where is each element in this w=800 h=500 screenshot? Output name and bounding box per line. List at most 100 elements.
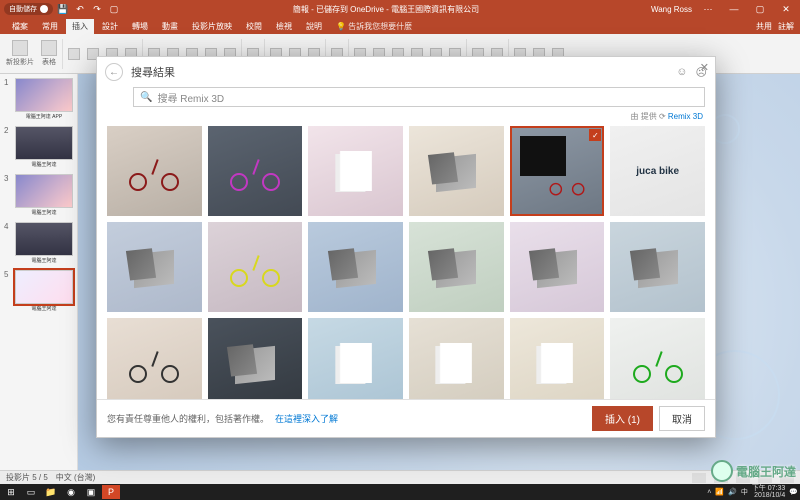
taskview-icon[interactable]: ▭ <box>22 485 40 499</box>
windows-taskbar: ⊞ ▭ 📁 ◉ ▣ P ˄ 📶 🔊 中 下午 07:33 2018/10/4 💬 <box>0 484 800 500</box>
slide-thumb-4[interactable]: 4電腦王阿達 <box>4 222 73 264</box>
text-thumbnail: juca bike <box>610 126 705 216</box>
language-status[interactable]: 中文 (台灣) <box>56 472 96 483</box>
laptop-stand-icon <box>436 250 476 288</box>
new-slide-button[interactable]: 新投影片 <box>4 40 36 67</box>
status-bar: 投影片 5 / 5 中文 (台灣) <box>0 470 800 484</box>
table-button[interactable]: 表格 <box>39 40 59 67</box>
bike-icon <box>129 353 179 383</box>
start-button[interactable]: ⊞ <box>2 485 20 499</box>
taskbar-clock[interactable]: 下午 07:33 2018/10/4 <box>752 485 785 499</box>
result-item-10[interactable] <box>510 222 605 312</box>
result-item-12[interactable] <box>107 318 202 399</box>
result-item-13[interactable] <box>208 318 303 399</box>
slide-counter[interactable]: 投影片 5 / 5 <box>6 472 48 483</box>
ribbon-tab-3[interactable]: 設計 <box>96 19 124 34</box>
title-bar: 自動儲存 💾 ↶ ↷ ▢ 簡報 - 已儲存到 OneDrive - 電腦王國際資… <box>0 0 800 18</box>
close-icon[interactable]: ✕ <box>776 4 796 15</box>
user-name[interactable]: Wang Ross <box>651 5 692 14</box>
ribbon-tab-2[interactable]: 插入 <box>66 19 94 34</box>
result-item-7[interactable] <box>208 222 303 312</box>
tray-up-icon[interactable]: ˄ <box>707 489 711 496</box>
result-item-6[interactable] <box>107 222 202 312</box>
slide-thumb-3[interactable]: 3電腦王阿達 <box>4 174 73 216</box>
result-item-5[interactable]: juca bike <box>610 126 705 216</box>
minimize-icon[interactable]: — <box>724 4 744 14</box>
save-icon[interactable]: 💾 <box>56 2 70 16</box>
result-item-15[interactable] <box>409 318 504 399</box>
results-grid: ✓ juca bike <box>97 126 715 399</box>
bike-icon <box>129 161 179 191</box>
greeting-card-icon <box>340 151 372 191</box>
result-item-0[interactable] <box>107 126 202 216</box>
explorer-icon[interactable]: 📁 <box>42 485 60 499</box>
greeting-card-icon <box>440 343 472 383</box>
powerpoint-taskbar-icon[interactable]: P <box>102 485 120 499</box>
dialog-search-input[interactable]: 🔍 搜尋 Remix 3D <box>133 87 705 107</box>
pictures-icon[interactable] <box>66 48 82 60</box>
autosave-toggle[interactable]: 自動儲存 <box>4 3 53 15</box>
laptop-stand-icon <box>134 250 174 288</box>
system-tray[interactable]: ˄ 📶 🔊 中 下午 07:33 2018/10/4 💬 <box>707 485 798 499</box>
ribbon-tab-9[interactable]: 說明 <box>300 19 328 34</box>
slide-thumb-5[interactable]: 5電腦王阿達 <box>4 270 73 312</box>
dialog-footer: 您有責任尊重他人的權利，包括著作權。 在這裡深入了解 插入 (1) 取消 <box>97 399 715 437</box>
learn-more-link[interactable]: 在這裡深入了解 <box>275 412 338 425</box>
slide-thumbnail-panel[interactable]: 1電腦王阿達 APP 2電腦王阿達 3電腦王阿達 4電腦王阿達 5電腦王阿達 <box>0 74 78 470</box>
dialog-close-button[interactable]: ✕ <box>700 61 709 74</box>
volume-icon[interactable]: 🔊 <box>728 488 737 496</box>
app-icon[interactable]: ▣ <box>82 485 100 499</box>
ribbon-tab-0[interactable]: 檔案 <box>6 19 34 34</box>
ribbon-tab-5[interactable]: 動畫 <box>156 19 184 34</box>
action-center-icon[interactable]: 💬 <box>789 488 798 496</box>
ribbon-tab-8[interactable]: 檢視 <box>270 19 298 34</box>
ribbon-tab-6[interactable]: 投影片放映 <box>186 19 238 34</box>
happy-face-icon[interactable]: ☺ <box>676 66 687 78</box>
cancel-button[interactable]: 取消 <box>659 406 705 431</box>
undo-icon[interactable]: ↶ <box>73 2 87 16</box>
ime-icon[interactable]: 中 <box>741 487 748 497</box>
start-slideshow-icon[interactable]: ▢ <box>107 2 121 16</box>
watermark: 電腦王阿達 <box>711 460 796 482</box>
greeting-card-icon <box>541 343 573 383</box>
laptop-stand-icon <box>235 346 275 384</box>
document-title: 簡報 - 已儲存到 OneDrive - 電腦王國際資訊有限公司 <box>121 4 651 15</box>
result-item-17[interactable] <box>610 318 705 399</box>
autosave-label: 自動儲存 <box>9 4 37 14</box>
slide-thumb-1[interactable]: 1電腦王阿達 APP <box>4 78 73 120</box>
dialog-back-button[interactable]: ← <box>105 63 123 81</box>
chrome-icon[interactable]: ◉ <box>62 485 80 499</box>
check-icon: ✓ <box>589 129 601 141</box>
ribbon-tab-1[interactable]: 常用 <box>36 19 64 34</box>
laptop-stand-icon <box>638 250 678 288</box>
slide-thumb-2[interactable]: 2電腦王阿達 <box>4 126 73 168</box>
notes-button[interactable] <box>692 473 706 483</box>
attribution-text: 由 提供 ⟳ Remix 3D <box>97 109 715 126</box>
greeting-card-icon <box>340 343 372 383</box>
result-item-2[interactable] <box>308 126 403 216</box>
autosave-knob-icon <box>40 5 48 13</box>
result-item-8[interactable] <box>308 222 403 312</box>
share-button[interactable]: 共用 <box>756 21 772 32</box>
comment-button[interactable]: 註解 <box>778 21 794 32</box>
result-item-11[interactable] <box>610 222 705 312</box>
network-icon[interactable]: 📶 <box>715 488 724 496</box>
result-item-3[interactable] <box>409 126 504 216</box>
bike-icon <box>230 161 280 191</box>
motorcycle-icon <box>549 174 584 195</box>
redo-icon[interactable]: ↷ <box>90 2 104 16</box>
online-3d-dialog: ✕ ← 搜尋結果 ☺ ☹ 🔍 搜尋 Remix 3D 由 提供 ⟳ Remix … <box>96 56 716 438</box>
insert-button[interactable]: 插入 (1) <box>592 406 653 431</box>
result-item-4[interactable]: ✓ <box>510 126 605 216</box>
tell-me-input[interactable]: 💡 告訴我您想要什麼 <box>330 19 418 34</box>
result-item-1[interactable] <box>208 126 303 216</box>
dialog-title: 搜尋結果 <box>131 64 175 80</box>
ribbon-tab-7[interactable]: 校閱 <box>240 19 268 34</box>
ribbon-tab-4[interactable]: 轉場 <box>126 19 154 34</box>
ribbon-options-icon[interactable]: ⋯ <box>698 4 718 15</box>
result-item-9[interactable] <box>409 222 504 312</box>
result-item-16[interactable] <box>510 318 605 399</box>
result-item-14[interactable] <box>308 318 403 399</box>
watermark-face-icon <box>711 460 733 482</box>
maximize-icon[interactable]: ▢ <box>750 4 770 15</box>
